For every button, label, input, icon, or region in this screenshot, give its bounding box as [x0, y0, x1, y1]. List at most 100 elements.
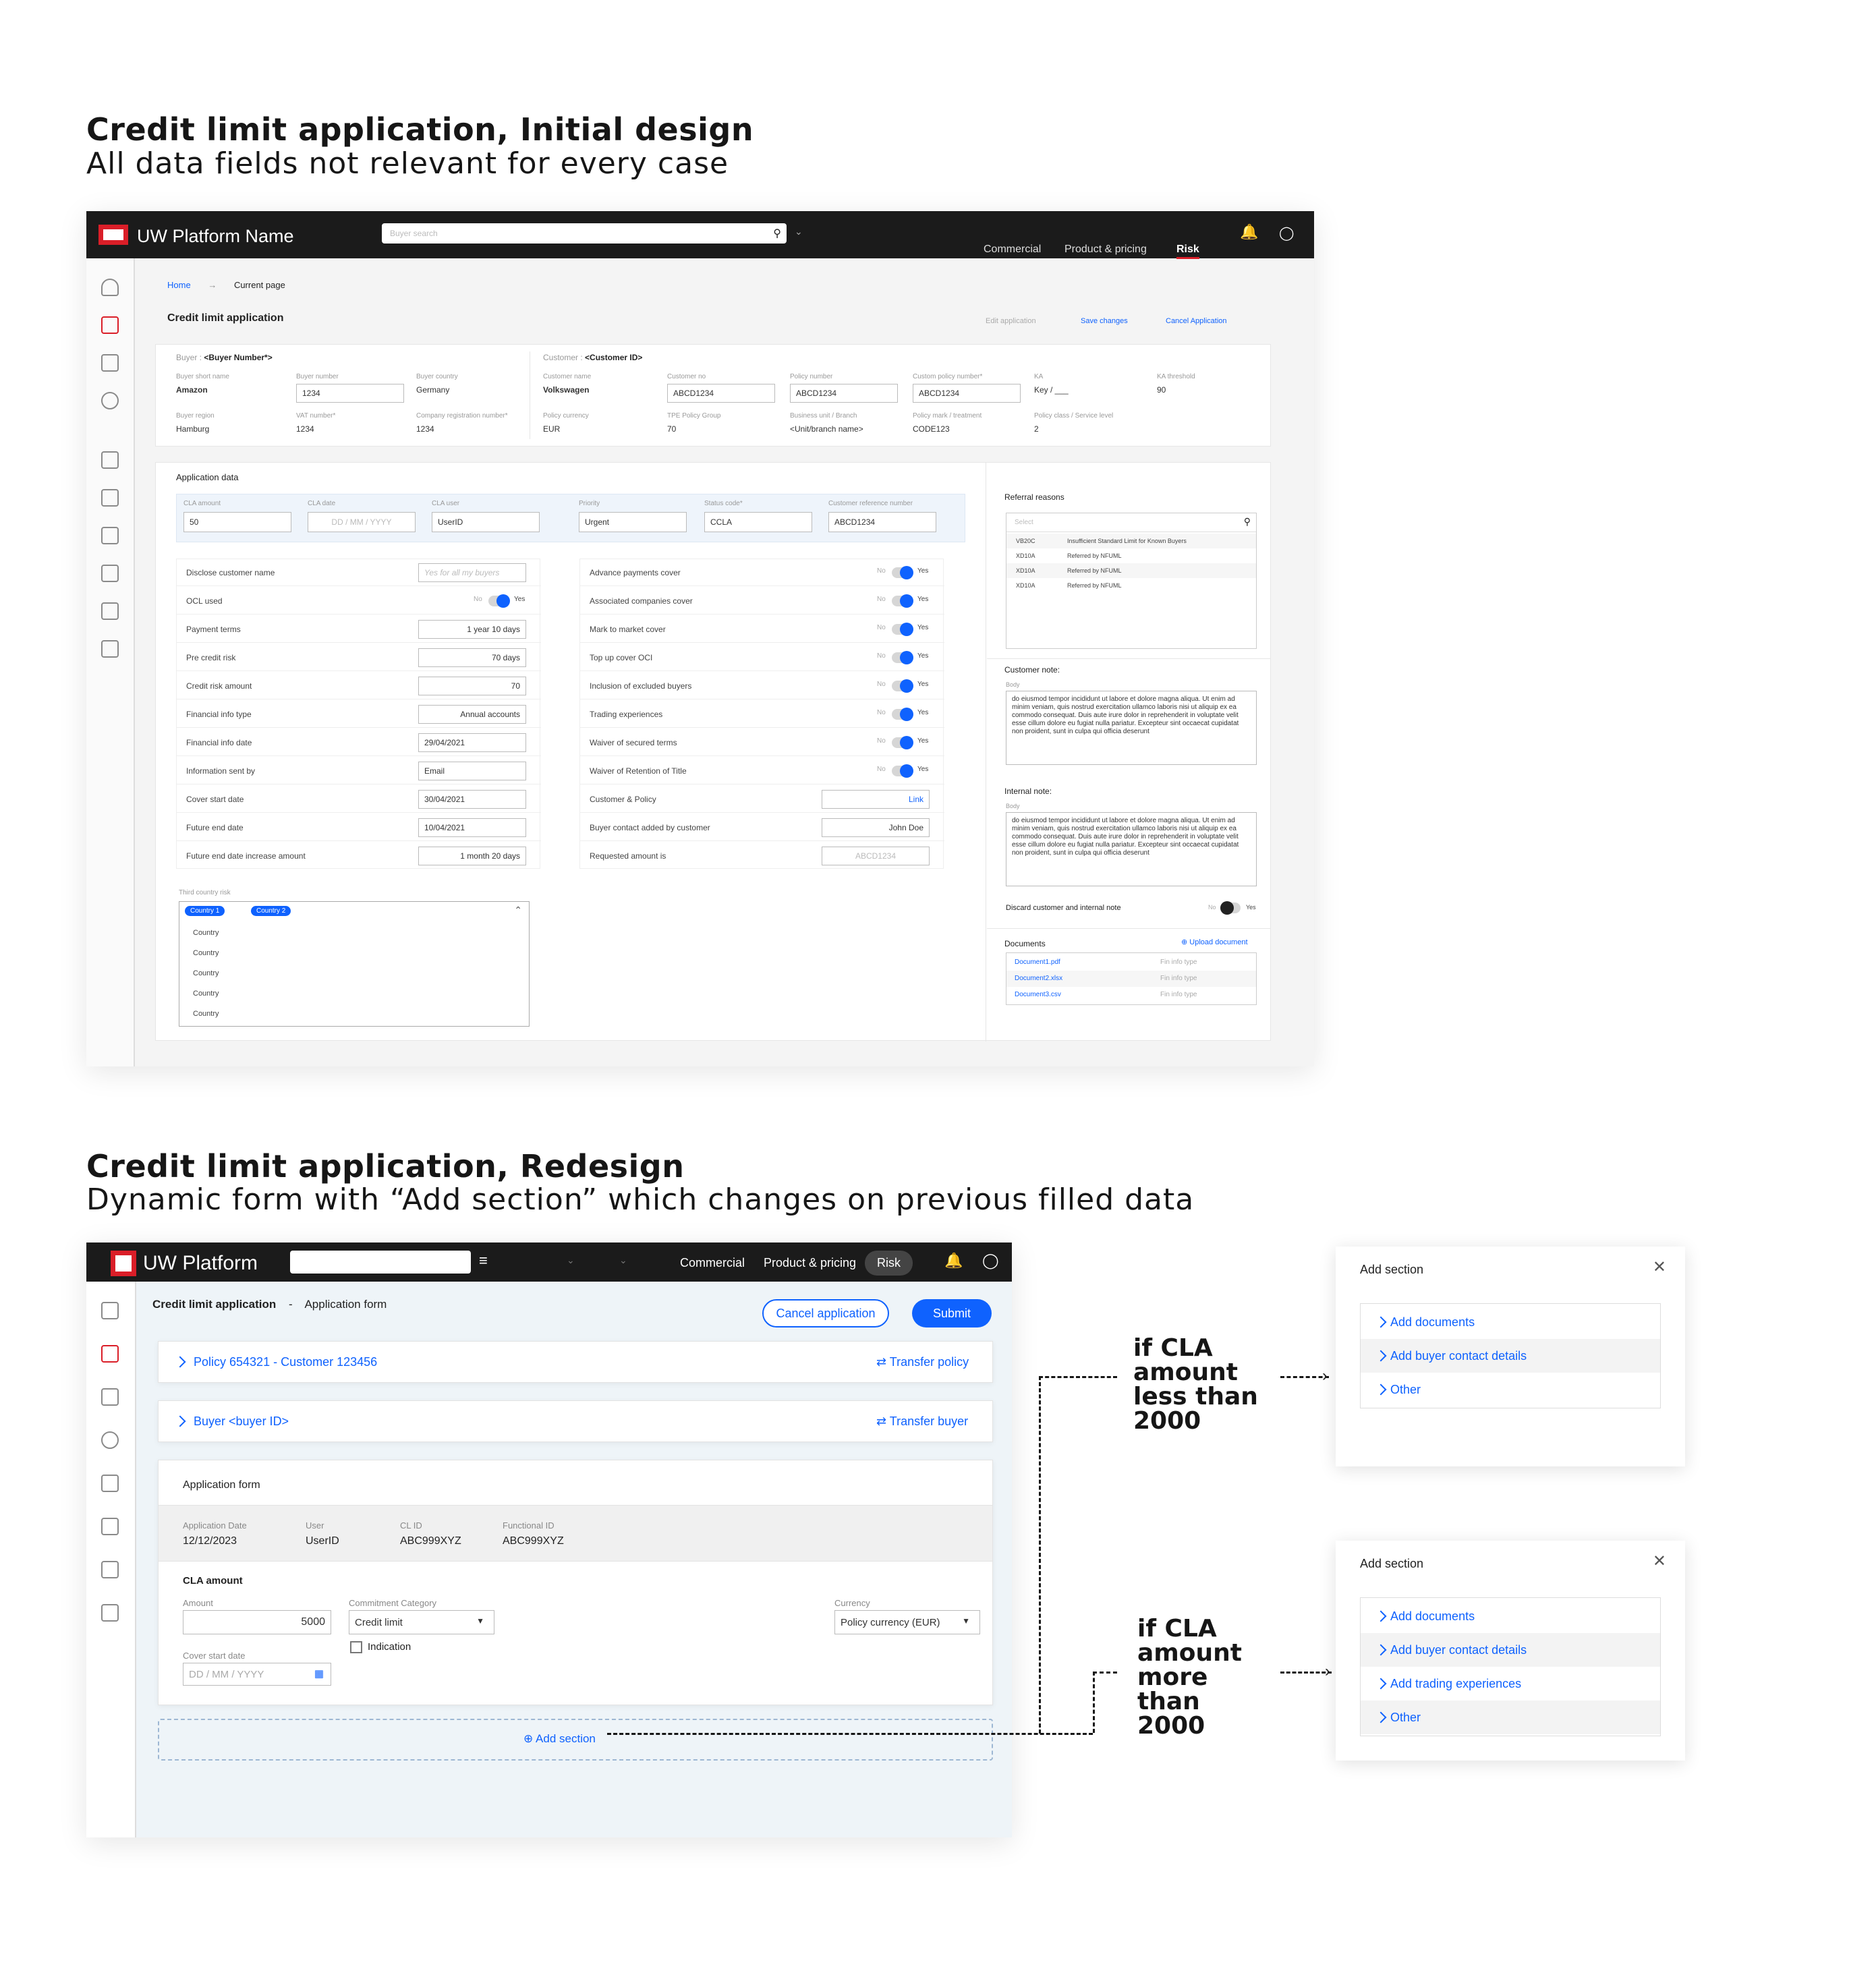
report-icon[interactable] — [101, 1604, 119, 1622]
cover-start-date-input[interactable]: DD / MM / YYYY ▦ — [183, 1663, 331, 1686]
customer-reference-input[interactable]: ABCD1234 — [828, 512, 936, 532]
list-item[interactable]: Country — [193, 969, 219, 977]
list-item[interactable]: Country — [193, 1010, 219, 1018]
clipboard-icon[interactable] — [101, 1388, 119, 1406]
nav-product-pricing[interactable]: Product & pricing — [764, 1256, 856, 1270]
cla-user-input[interactable]: UserID — [432, 512, 540, 532]
truck-icon[interactable] — [101, 354, 119, 372]
buyer-search[interactable]: Buyer search ⚲ — [382, 223, 787, 244]
buyer-number-input[interactable]: 1234 — [296, 384, 404, 403]
user-icon[interactable]: ◯ — [1279, 225, 1294, 241]
credit-risk-amount-input[interactable]: 70 — [418, 677, 526, 695]
option-add-buyer-contact[interactable]: Add buyer contact details — [1361, 1633, 1660, 1667]
option-add-trading-experiences[interactable]: Add trading experiences — [1361, 1667, 1660, 1701]
option-add-buyer-contact[interactable]: Add buyer contact details — [1361, 1339, 1660, 1373]
priority-select[interactable]: Urgent — [579, 512, 687, 532]
chevron-down-icon[interactable]: ⌄ — [567, 1255, 575, 1266]
list-item[interactable]: Country — [193, 929, 219, 937]
requested-amount-input[interactable]: ABCD1234 — [822, 847, 930, 865]
toggle-switch[interactable] — [892, 566, 913, 579]
cla-date-input[interactable]: DD / MM / YYYY — [308, 512, 416, 532]
payment-terms-input[interactable]: 1 year 10 days — [418, 620, 526, 639]
filter-icon[interactable]: ≡ — [479, 1252, 488, 1269]
clipboard-list-icon[interactable] — [101, 1475, 119, 1492]
briefcase-icon[interactable] — [101, 316, 119, 334]
wrench-icon[interactable] — [101, 392, 119, 409]
search-input[interactable] — [290, 1251, 471, 1274]
checklist-icon[interactable] — [101, 527, 119, 544]
buyer-accordion[interactable]: Buyer <buyer ID> ⇄ Transfer buyer — [158, 1400, 993, 1442]
table-row[interactable]: XD10A Referred by NFUML — [1006, 548, 1256, 563]
future-end-date-input[interactable]: 10/04/2021 — [418, 818, 526, 837]
box-icon[interactable] — [101, 451, 119, 469]
edit-application-link[interactable]: Edit application — [986, 317, 1036, 325]
table-row[interactable]: Document1.pdf Fin info type — [1006, 954, 1256, 971]
option-add-documents[interactable]: Add documents — [1361, 1305, 1660, 1339]
indication-checkbox[interactable] — [350, 1641, 362, 1653]
customer-policy-link[interactable]: Link — [822, 790, 930, 809]
buyer-contact-input[interactable]: John Doe — [822, 818, 930, 837]
chevron-down-icon[interactable]: ⌄ — [795, 226, 803, 237]
calendar-icon[interactable]: ▦ — [314, 1667, 324, 1680]
submit-button[interactable]: Submit — [912, 1299, 992, 1327]
internal-note-textarea[interactable]: do eiusmod tempor incididunt ut labore e… — [1006, 812, 1257, 886]
commitment-select[interactable]: Credit limit ▼ — [349, 1610, 494, 1634]
close-icon[interactable]: ✕ — [1653, 1551, 1666, 1571]
cancel-application-button[interactable]: Cancel application — [762, 1299, 889, 1327]
list-item[interactable]: Country — [193, 949, 219, 957]
country-tag[interactable]: Country 1 — [185, 906, 225, 916]
policy-number-input[interactable]: ABCD1234 — [790, 384, 898, 403]
toggle-switch[interactable] — [892, 708, 913, 721]
referral-search[interactable]: Select ⚲ — [1006, 513, 1256, 532]
nav-commercial[interactable]: Commercial — [680, 1256, 745, 1270]
discard-toggle[interactable] — [1220, 901, 1241, 915]
third-country-multiselect[interactable]: Country 1 Country 2 ⌃ Country Country Co… — [179, 901, 530, 1027]
option-other[interactable]: Other — [1361, 1373, 1660, 1406]
list-item[interactable]: Country — [193, 990, 219, 998]
nav-risk[interactable]: Risk — [1176, 244, 1199, 259]
search-icon[interactable]: ⚲ — [1244, 516, 1251, 527]
ocl-used-toggle[interactable] — [488, 594, 510, 608]
transfer-policy-link[interactable]: ⇄ Transfer policy — [876, 1355, 969, 1369]
report-icon[interactable] — [101, 1518, 119, 1535]
table-row[interactable]: Document2.xlsx Fin info type — [1006, 971, 1256, 987]
list-icon[interactable] — [101, 640, 119, 658]
toggle-switch[interactable] — [892, 764, 913, 778]
country-tag[interactable]: Country 2 — [251, 906, 291, 916]
toggle-switch[interactable] — [892, 736, 913, 749]
customer-note-textarea[interactable]: do eiusmod tempor incididunt ut labore e… — [1006, 691, 1257, 765]
pre-credit-risk-input[interactable]: 70 days — [418, 648, 526, 667]
close-icon[interactable]: ✕ — [1653, 1257, 1666, 1277]
option-add-documents[interactable]: Add documents — [1361, 1599, 1660, 1633]
cla-amount-input[interactable]: 50 — [183, 512, 291, 532]
save-changes-link[interactable]: Save changes — [1081, 317, 1128, 325]
upload-document-link[interactable]: ⊕ Upload document — [1181, 938, 1248, 946]
report-icon[interactable] — [101, 602, 119, 620]
transfer-buyer-link[interactable]: ⇄ Transfer buyer — [876, 1415, 968, 1429]
option-other[interactable]: Other — [1361, 1701, 1660, 1734]
amount-input[interactable]: 5000 — [183, 1610, 331, 1634]
report-icon[interactable] — [101, 1561, 119, 1578]
briefcase-icon[interactable] — [101, 1345, 119, 1363]
toggle-switch[interactable] — [892, 594, 913, 608]
megaphone-icon[interactable] — [101, 565, 119, 582]
toggle-switch[interactable] — [892, 679, 913, 693]
toggle-switch[interactable] — [892, 651, 913, 664]
nav-product-pricing[interactable]: Product & pricing — [1064, 244, 1147, 256]
table-row[interactable]: XD10A Referred by NFUML — [1006, 578, 1256, 593]
add-section-button[interactable]: ⊕ Add section — [523, 1732, 596, 1746]
bell-icon[interactable]: 🔔 — [1240, 223, 1258, 241]
custom-policy-input[interactable]: ABCD1234 — [913, 384, 1021, 403]
user-icon[interactable]: ◯ — [982, 1252, 999, 1269]
chevron-down-icon[interactable]: ⌄ — [619, 1255, 627, 1266]
table-row[interactable]: Document3.csv Fin info type — [1006, 987, 1256, 1003]
table-row[interactable]: XD10A Referred by NFUML — [1006, 563, 1256, 578]
search-icon[interactable]: ⚲ — [773, 227, 781, 240]
status-code-select[interactable]: CCLA — [704, 512, 812, 532]
financial-info-date-input[interactable]: 29/04/2021 — [418, 733, 526, 752]
chevron-up-icon[interactable]: ⌃ — [514, 905, 522, 916]
financial-info-type-input[interactable]: Annual accounts — [418, 705, 526, 724]
add-section-dropzone[interactable]: ⊕ Add section — [158, 1719, 993, 1761]
table-row[interactable]: VB20C Insufficient Standard Limit for Kno… — [1006, 534, 1256, 548]
truck-icon[interactable] — [101, 1302, 119, 1319]
